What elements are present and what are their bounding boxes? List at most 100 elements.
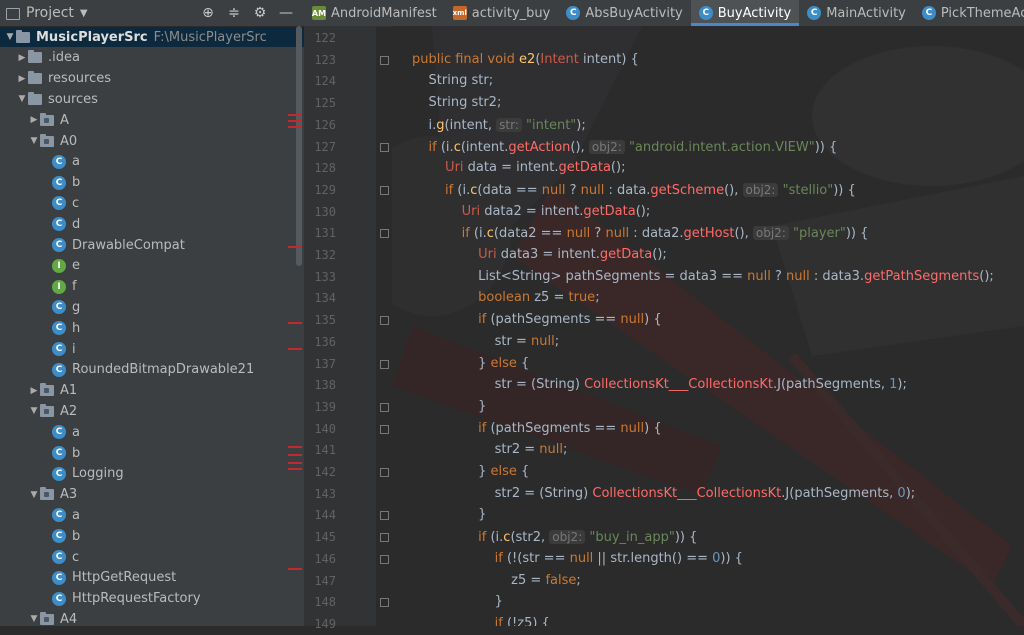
code-token: "buy_in_app" bbox=[585, 530, 675, 546]
error-marker[interactable] bbox=[288, 454, 302, 456]
tree-item[interactable]: ▼ sources bbox=[0, 89, 304, 109]
code-token: public final void bbox=[412, 51, 520, 67]
fold-marker-icon[interactable] bbox=[380, 316, 389, 326]
code-token: data = intent. bbox=[463, 160, 559, 176]
fold-marker-icon[interactable] bbox=[380, 55, 389, 65]
fold-marker-icon[interactable] bbox=[380, 359, 389, 369]
code-token: ; bbox=[496, 95, 502, 111]
tree-item[interactable]: ▼ MusicPlayerSrc F:\MusicPlayerSrc bbox=[0, 27, 304, 47]
error-marker[interactable] bbox=[288, 322, 302, 324]
tree-item[interactable]: Ie bbox=[0, 256, 304, 276]
tree-item[interactable]: ▶ resources bbox=[0, 69, 304, 89]
code-token: ? bbox=[590, 226, 606, 242]
code-token: null bbox=[569, 550, 594, 566]
fold-marker-icon[interactable] bbox=[380, 511, 389, 521]
tree-item[interactable]: ▼ A0 bbox=[0, 131, 304, 151]
line-number: 125 bbox=[314, 96, 336, 111]
expand-arrow-right-icon[interactable]: ▶ bbox=[28, 386, 40, 396]
fold-marker-icon[interactable] bbox=[380, 185, 389, 195]
collapse-all-icon[interactable]: ≑ bbox=[226, 5, 242, 21]
expand-arrow-right-icon[interactable]: ▶ bbox=[16, 53, 28, 63]
fold-marker-icon[interactable] bbox=[380, 598, 389, 608]
tree-item[interactable]: Ch bbox=[0, 318, 304, 338]
code-line: Uri data3 = intent.getData(); bbox=[412, 244, 667, 266]
tree-item-label: c bbox=[72, 195, 80, 211]
code-line: str = (String) CollectionsKt___Collectio… bbox=[412, 374, 907, 396]
expand-arrow-down-icon[interactable]: ▼ bbox=[4, 32, 16, 42]
tree-item[interactable]: Ca bbox=[0, 505, 304, 525]
editor-tab[interactable]: xml activity_buy bbox=[445, 0, 559, 26]
expand-arrow-down-icon[interactable]: ▼ bbox=[28, 614, 40, 624]
tree-item[interactable]: C DrawableCompat bbox=[0, 235, 304, 255]
fold-marker-icon[interactable] bbox=[380, 468, 389, 477]
tree-item[interactable]: Ca bbox=[0, 152, 304, 172]
code-token: } bbox=[412, 464, 491, 479]
interface-icon: I bbox=[52, 279, 66, 294]
fold-marker-icon[interactable] bbox=[380, 533, 389, 543]
tree-item[interactable]: Cd bbox=[0, 214, 304, 234]
expand-arrow-down-icon[interactable]: ▼ bbox=[16, 94, 28, 104]
code-line: } else { bbox=[412, 461, 529, 483]
code-token: : data2. bbox=[629, 226, 684, 242]
tree-item[interactable]: ▼ A2 bbox=[0, 401, 304, 421]
error-marker[interactable] bbox=[288, 462, 302, 464]
tree-item[interactable]: C HttpGetRequest bbox=[0, 568, 304, 588]
code-line: if (pathSegments == null) { bbox=[412, 309, 661, 331]
tree-item[interactable]: ▶ .idea bbox=[0, 48, 304, 68]
editor-tab[interactable]: AM AndroidManifest bbox=[304, 0, 445, 26]
tree-item[interactable]: Cg bbox=[0, 297, 304, 317]
tree-item-label: d bbox=[72, 216, 81, 232]
tree-item[interactable]: Cb bbox=[0, 526, 304, 546]
tree-item[interactable]: Cc bbox=[0, 547, 304, 567]
project-panel-title[interactable]: Project bbox=[26, 5, 74, 21]
tree-item-label: RoundedBitmapDrawable21 bbox=[72, 362, 255, 378]
tree-item[interactable]: ▶ A bbox=[0, 110, 304, 130]
error-marker[interactable] bbox=[288, 246, 302, 248]
fold-marker-icon[interactable] bbox=[380, 229, 389, 239]
tree-item[interactable]: C HttpRequestFactory bbox=[0, 589, 304, 609]
tree-item[interactable]: Ci bbox=[0, 339, 304, 359]
minimize-icon[interactable]: — bbox=[278, 5, 294, 21]
tree-item[interactable]: Cc bbox=[0, 193, 304, 213]
editor-tab[interactable]: C MainActivity bbox=[799, 0, 914, 26]
line-number: 145 bbox=[314, 530, 336, 545]
error-marker[interactable] bbox=[288, 446, 302, 448]
editor-tab[interactable]: C AbsBuyActivity bbox=[558, 0, 690, 26]
expand-arrow-down-icon[interactable]: ▼ bbox=[28, 406, 40, 416]
locate-icon[interactable]: ⊕ bbox=[200, 5, 216, 21]
editor-tab[interactable]: C PickThemeActivity bbox=[914, 0, 1024, 26]
tree-item[interactable]: C RoundedBitmapDrawable21 bbox=[0, 360, 304, 380]
fold-marker-icon[interactable] bbox=[380, 424, 389, 434]
tree-item[interactable]: C Logging bbox=[0, 464, 304, 484]
error-marker[interactable] bbox=[288, 348, 302, 350]
editor-tab-bar: AM AndroidManifest xml activity_buy C AbsBuyA… bbox=[304, 0, 1024, 27]
code-editor[interactable]: public final void e2(Intent intent) { St… bbox=[392, 26, 1024, 626]
fold-marker-icon[interactable] bbox=[380, 554, 389, 564]
tree-item[interactable]: Cb bbox=[0, 443, 304, 463]
error-marker[interactable] bbox=[288, 568, 302, 570]
expand-arrow-down-icon[interactable]: ▼ bbox=[28, 136, 40, 146]
error-marker[interactable] bbox=[288, 468, 302, 470]
gear-icon[interactable]: ⚙ bbox=[252, 5, 268, 21]
tree-item[interactable]: ▼ A3 bbox=[0, 485, 304, 505]
tree-item-label: c bbox=[72, 549, 80, 565]
tree-item[interactable]: Cb bbox=[0, 173, 304, 193]
expand-arrow-right-icon[interactable]: ▶ bbox=[28, 115, 40, 125]
expand-arrow-down-icon[interactable]: ▼ bbox=[28, 490, 40, 500]
error-marker[interactable] bbox=[288, 120, 302, 122]
fold-marker-icon[interactable] bbox=[380, 142, 389, 152]
chevron-down-icon[interactable]: ▼ bbox=[80, 8, 88, 19]
error-marker[interactable] bbox=[288, 114, 302, 116]
line-number: 134 bbox=[314, 291, 336, 306]
code-token: : data3. bbox=[809, 268, 865, 284]
fold-marker-icon[interactable] bbox=[380, 402, 389, 412]
expand-arrow-right-icon[interactable]: ▶ bbox=[16, 74, 28, 84]
tree-item[interactable]: ▼ A4 bbox=[0, 609, 304, 626]
code-token: .J(pathSegments, bbox=[773, 377, 890, 393]
editor-tab[interactable]: C BuyActivity bbox=[690, 0, 800, 26]
tree-item[interactable]: Ca bbox=[0, 422, 304, 442]
tree-item[interactable]: ▶ A1 bbox=[0, 381, 304, 401]
tree-item[interactable]: If bbox=[0, 277, 304, 297]
code-token: getData bbox=[583, 203, 636, 219]
error-marker[interactable] bbox=[288, 126, 302, 128]
